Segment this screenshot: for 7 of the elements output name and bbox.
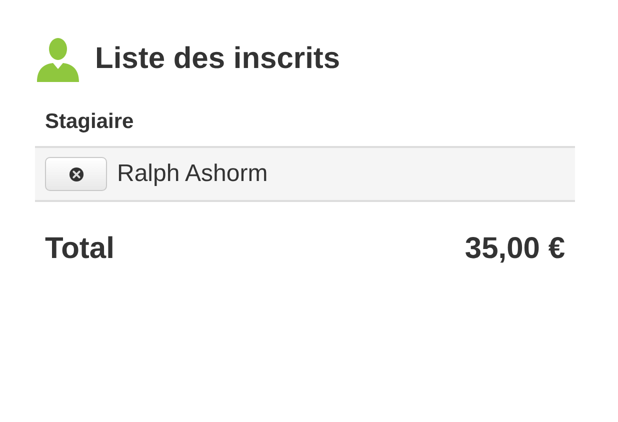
total-label: Total	[45, 232, 114, 266]
trainee-name: Ralph Ashorm	[117, 160, 268, 188]
list-title: Liste des inscrits	[95, 42, 340, 76]
remove-button[interactable]	[45, 157, 107, 191]
person-icon	[35, 36, 81, 82]
remove-icon	[68, 166, 84, 182]
total-amount: 35,00 €	[464, 232, 565, 266]
